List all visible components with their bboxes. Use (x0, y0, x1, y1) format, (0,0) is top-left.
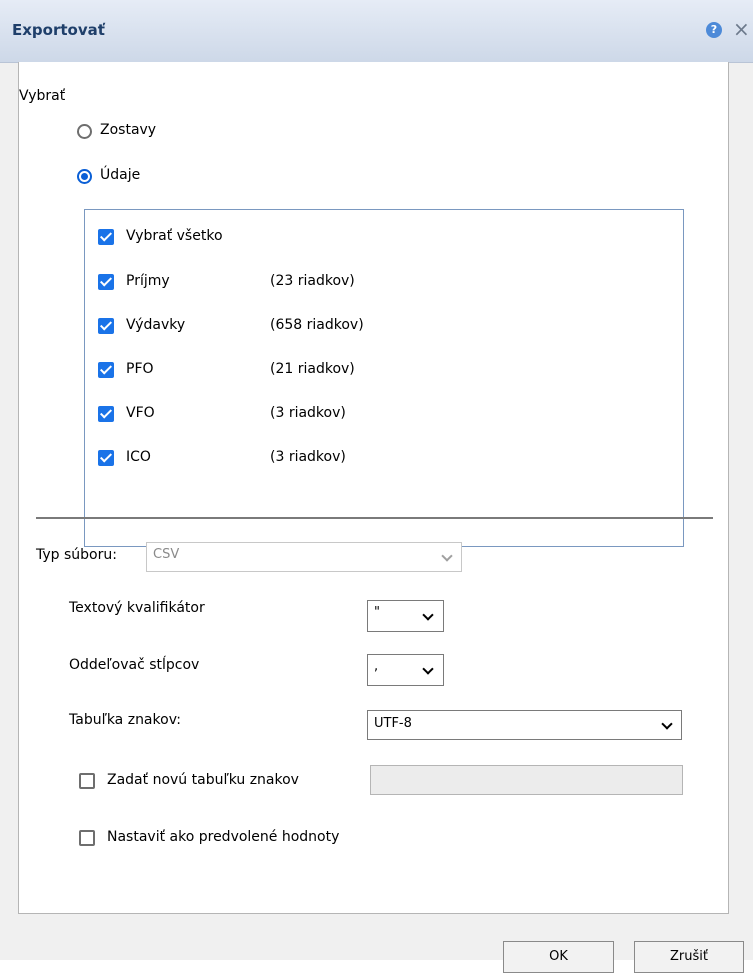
charset-label: Tabuľka znakov: (69, 712, 181, 728)
dialog-content: Vybrať Zostavy Údaje Vybrať všetko Príjm… (18, 62, 729, 914)
radio-selected-icon (77, 169, 92, 184)
new-charset-label: Zadať novú tabuľku znakov (107, 772, 299, 788)
charset-value: UTF-8 (374, 716, 412, 731)
dialog-title: Exportovať (12, 21, 105, 39)
title-bar: Exportovať ? × (0, 0, 753, 63)
section-divider (36, 517, 713, 519)
select-all-label: Vybrať všetko (126, 228, 223, 244)
checkbox-checked-icon (98, 450, 114, 466)
item-row-count: (3 riadkov) (270, 449, 346, 465)
item-label: Výdavky (126, 317, 186, 333)
checkbox-checked-icon (98, 229, 114, 245)
item-label: ICO (126, 449, 151, 465)
checkbox-unchecked-icon (79, 773, 95, 789)
chevron-down-icon (422, 663, 434, 675)
close-icon[interactable]: × (733, 17, 750, 41)
data-items-panel: Vybrať všetko Príjmy (23 riadkov) Výdavk… (84, 209, 684, 547)
text-qualifier-label: Textový kvalifikátor (69, 600, 205, 616)
charset-select[interactable]: UTF-8 (367, 710, 682, 740)
item-row-count: (658 riadkov) (270, 317, 364, 333)
new-charset-input[interactable] (370, 765, 683, 795)
set-default-label: Nastaviť ako predvolené hodnoty (107, 829, 340, 845)
checkbox-checked-icon (98, 274, 114, 290)
radio-icon (77, 124, 92, 139)
ok-button[interactable]: OK (503, 941, 614, 973)
export-dialog: Exportovať ? × Vybrať Zostavy Údaje Vybr… (0, 0, 753, 973)
file-type-value: CSV (153, 547, 180, 562)
item-row-count: (3 riadkov) (270, 405, 346, 421)
column-separator-label: Oddeľovač stĺpcov (69, 657, 200, 673)
checkbox-checked-icon (98, 318, 114, 334)
chevron-down-icon (422, 609, 434, 621)
item-label: Príjmy (126, 273, 170, 289)
checkbox-checked-icon (98, 406, 114, 422)
file-type-select[interactable]: CSV (146, 542, 462, 572)
checkbox-checked-icon (98, 362, 114, 378)
column-separator-value: , (374, 659, 379, 674)
item-row-count: (23 riadkov) (270, 273, 355, 289)
checkbox-unchecked-icon (79, 830, 95, 846)
chevron-down-icon (661, 718, 673, 730)
file-type-label: Typ súboru: (36, 547, 117, 563)
item-label: VFO (126, 405, 155, 421)
cancel-button[interactable]: Zrušiť (634, 941, 744, 973)
radio-zostavy-label: Zostavy (100, 122, 157, 138)
column-separator-select[interactable]: , (367, 654, 444, 686)
text-qualifier-select[interactable]: " (367, 600, 444, 632)
item-label: PFO (126, 361, 154, 377)
chevron-down-icon (441, 550, 453, 562)
text-qualifier-value: " (374, 605, 380, 620)
select-label: Vybrať (19, 88, 66, 104)
item-row-count: (21 riadkov) (270, 361, 355, 377)
help-icon[interactable]: ? (706, 22, 722, 38)
radio-udaje-label: Údaje (100, 167, 141, 183)
